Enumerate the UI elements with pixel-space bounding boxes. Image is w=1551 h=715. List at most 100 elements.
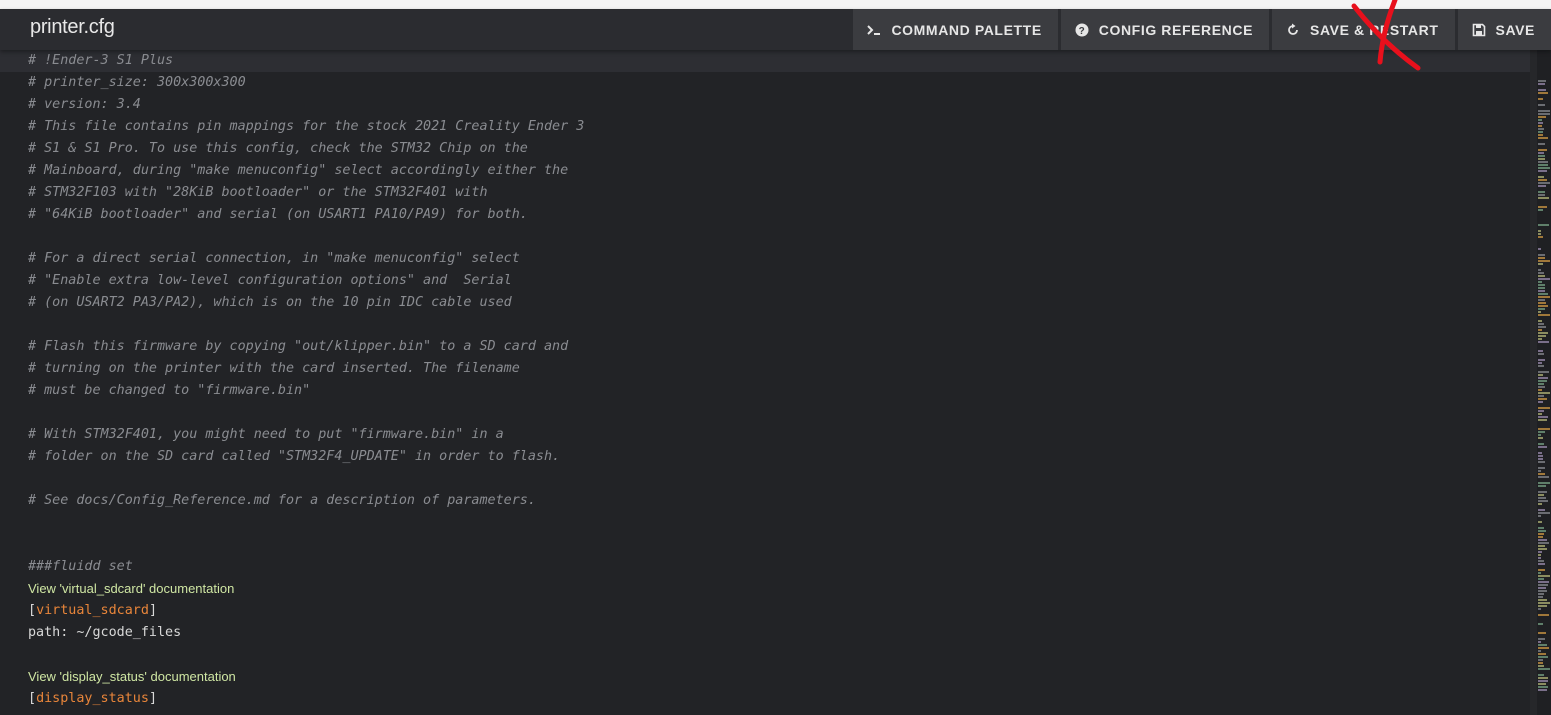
minimap-line — [1538, 329, 1542, 331]
code-editor[interactable]: # !Ender-3 S1 Plus # printer_size: 300x30… — [0, 50, 1551, 715]
minimap-line — [1538, 467, 1545, 469]
minimap-line — [1538, 287, 1545, 289]
comment-text: # version: 3.4 — [28, 97, 141, 112]
minimap-line — [1538, 656, 1548, 658]
minimap-line — [1538, 491, 1547, 493]
comment-text: # Mainboard, during "make menuconfig" se… — [28, 163, 569, 178]
help-circle-icon: ? — [1075, 23, 1089, 37]
minimap-line — [1538, 272, 1544, 274]
code-lines[interactable]: # !Ender-3 S1 Plus # printer_size: 300x30… — [0, 50, 1530, 710]
code-line[interactable]: View 'virtual_sdcard' documentation — [0, 578, 1530, 600]
code-line[interactable]: View 'display_status' documentation — [0, 666, 1530, 688]
minimap-line — [1538, 359, 1545, 361]
minimap-line — [1538, 383, 1544, 385]
code-line[interactable] — [0, 402, 1530, 424]
comment-text: # (on USART2 PA3/PA2), which is on the 1… — [28, 295, 512, 310]
minimap-line — [1538, 446, 1547, 448]
code-line[interactable]: path: ~/gcode_files — [0, 622, 1530, 644]
minimap-line — [1538, 641, 1541, 643]
code-line[interactable]: # This file contains pin mappings for th… — [0, 116, 1530, 138]
minimap-line — [1538, 104, 1545, 106]
minimap-line — [1538, 185, 1546, 187]
documentation-link[interactable]: View 'display_status' documentation — [28, 666, 236, 688]
command-palette-button[interactable]: COMMAND PALETTE — [853, 9, 1058, 50]
minimap-line — [1538, 578, 1544, 580]
floppy-icon — [1472, 23, 1486, 37]
minimap-line — [1538, 590, 1547, 592]
minimap-line — [1538, 260, 1550, 262]
minimap-line — [1538, 269, 1541, 271]
code-line[interactable]: # S1 & S1 Pro. To use this config, check… — [0, 138, 1530, 160]
code-line[interactable]: [display_status] — [0, 688, 1530, 710]
minimap-line — [1538, 419, 1547, 421]
code-line[interactable] — [0, 314, 1530, 336]
minimap-line — [1538, 263, 1543, 265]
minimap-line — [1538, 278, 1550, 280]
code-line[interactable] — [0, 512, 1530, 534]
minimap[interactable] — [1537, 50, 1551, 715]
code-line[interactable]: # !Ender-3 S1 Plus — [0, 50, 1530, 72]
code-line[interactable] — [0, 226, 1530, 248]
bracket-close: ] — [148, 603, 157, 618]
minimap-line — [1538, 374, 1543, 376]
minimap-line — [1538, 458, 1543, 460]
save-restart-button[interactable]: SAVE & RESTART — [1272, 9, 1455, 50]
minimap-line — [1538, 197, 1549, 199]
minimap-line — [1538, 326, 1546, 328]
code-line[interactable]: # "Enable extra low-level configuration … — [0, 270, 1530, 292]
svg-text:?: ? — [1078, 26, 1085, 37]
minimap-line — [1538, 179, 1547, 181]
minimap-line — [1538, 128, 1544, 130]
code-line[interactable]: [virtual_sdcard] — [0, 600, 1530, 622]
comment-text: # With STM32F401, you might need to put … — [28, 427, 504, 442]
minimap-line — [1538, 389, 1542, 391]
code-line[interactable]: # "64KiB bootloader" and serial (on USAR… — [0, 204, 1530, 226]
comment-text: # STM32F103 with "28KiB bootloader" or t… — [28, 185, 488, 200]
minimap-line — [1538, 584, 1548, 586]
minimap-line — [1538, 470, 1541, 472]
code-line[interactable]: # For a direct serial connection, in "ma… — [0, 248, 1530, 270]
minimap-line — [1538, 353, 1544, 355]
minimap-line — [1538, 257, 1545, 259]
minimap-line — [1538, 332, 1548, 334]
code-line[interactable] — [0, 644, 1530, 666]
minimap-line — [1538, 209, 1543, 211]
minimap-line — [1538, 206, 1547, 208]
code-line[interactable]: # See docs/Config_Reference.md for a des… — [0, 490, 1530, 512]
code-line[interactable]: # STM32F103 with "28KiB bootloader" or t… — [0, 182, 1530, 204]
minimap-line — [1538, 686, 1548, 688]
minimap-line — [1538, 557, 1541, 559]
code-line[interactable]: ###fluidd set — [0, 556, 1530, 578]
code-line[interactable]: # Flash this firmware by copying "out/kl… — [0, 336, 1530, 358]
minimap-line — [1538, 461, 1545, 463]
config-reference-button[interactable]: ? CONFIG REFERENCE — [1060, 9, 1270, 50]
minimap-line — [1538, 653, 1546, 655]
minimap-line — [1538, 536, 1543, 538]
code-line[interactable]: # Mainboard, during "make menuconfig" se… — [0, 160, 1530, 182]
minimap-line — [1538, 632, 1546, 634]
code-line[interactable] — [0, 468, 1530, 490]
code-line[interactable]: # printer_size: 300x300x300 — [0, 72, 1530, 94]
comment-text: ###fluidd set — [28, 559, 133, 574]
code-line[interactable] — [0, 534, 1530, 556]
minimap-line — [1538, 494, 1544, 496]
vertical-scrollbar[interactable] — [1530, 50, 1537, 715]
minimap-line — [1538, 689, 1547, 691]
minimap-line — [1538, 113, 1550, 115]
minimap-line — [1538, 296, 1550, 298]
minimap-line — [1538, 362, 1542, 364]
minimap-line — [1538, 125, 1542, 127]
code-line[interactable]: # (on USART2 PA3/PA2), which is on the 1… — [0, 292, 1530, 314]
code-line[interactable]: # folder on the SD card called "STM32F4_… — [0, 446, 1530, 468]
code-line[interactable]: # With STM32F401, you might need to put … — [0, 424, 1530, 446]
code-line[interactable]: # must be changed to "firmware.bin" — [0, 380, 1530, 402]
minimap-line — [1538, 401, 1543, 403]
code-line[interactable]: # version: 3.4 — [0, 94, 1530, 116]
command-palette-label: COMMAND PALETTE — [891, 21, 1042, 38]
save-button[interactable]: SAVE — [1457, 9, 1551, 50]
documentation-link[interactable]: View 'virtual_sdcard' documentation — [28, 578, 234, 600]
code-line[interactable]: # turning on the printer with the card i… — [0, 358, 1530, 380]
minimap-line — [1538, 542, 1549, 544]
minimap-line — [1538, 614, 1549, 616]
minimap-line — [1538, 320, 1542, 322]
